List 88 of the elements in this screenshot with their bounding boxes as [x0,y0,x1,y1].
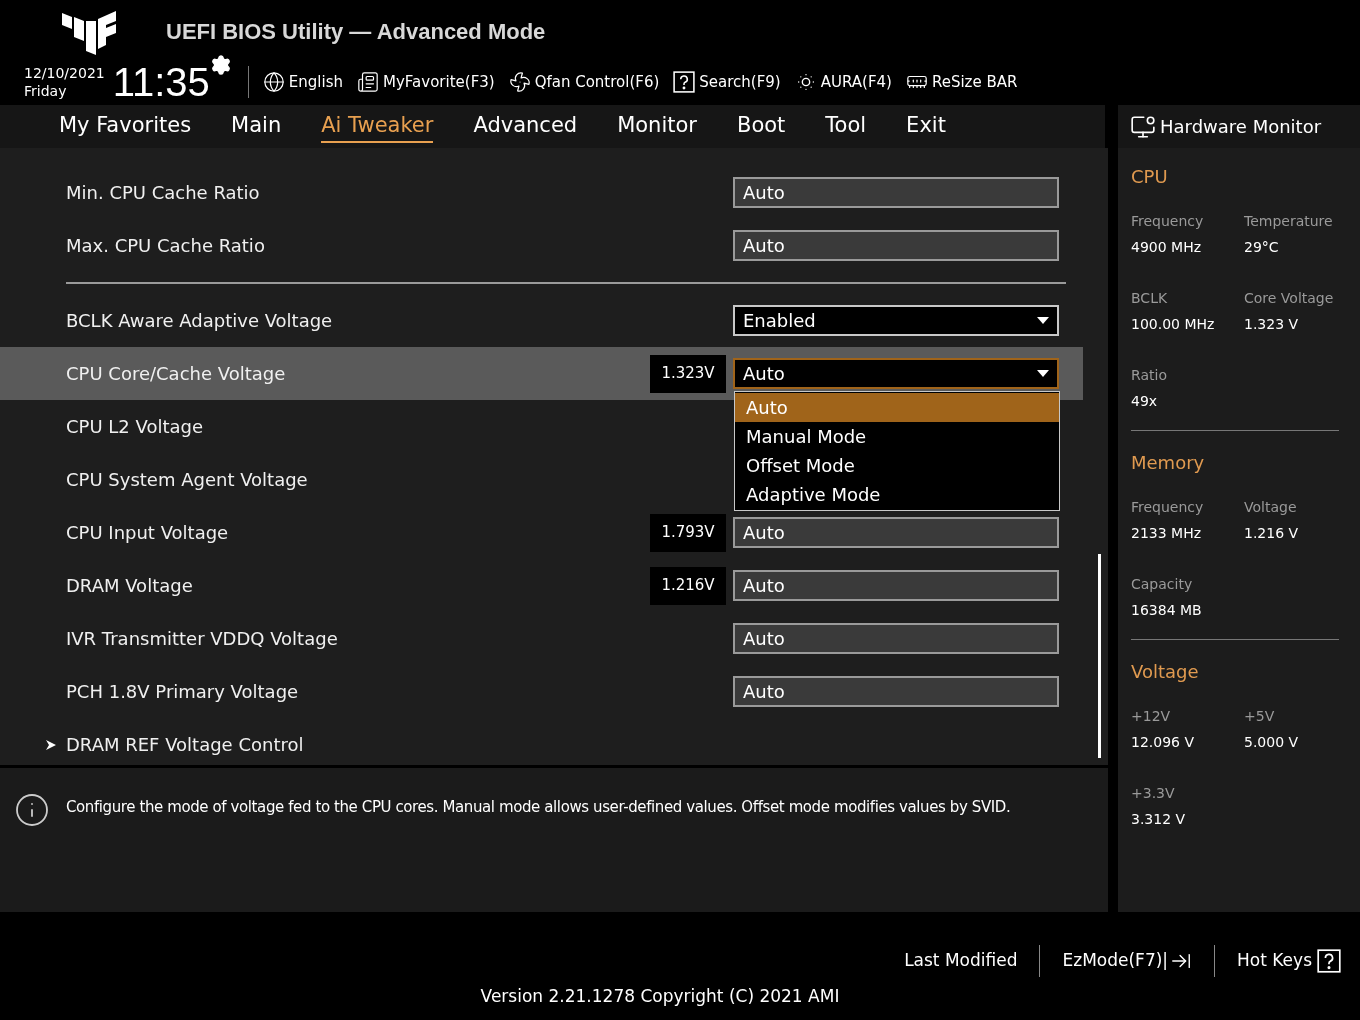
toolbar-button[interactable]: Qfan Control(F6) [508,70,660,94]
fan-icon [508,71,531,93]
input-field[interactable]: Auto [733,570,1059,601]
metric-value: 16384 MB [1131,601,1203,620]
toolbar-button[interactable]: Search(F9) [673,70,781,94]
metric-value: 4900 MHz [1131,238,1203,257]
metric-label: +3.3V [1131,784,1176,803]
input-field[interactable]: Auto [733,517,1059,548]
metric-label: Temperature [1244,212,1334,231]
nav-tab[interactable]: Monitor [617,109,697,144]
nav-tab[interactable]: Advanced [473,109,578,144]
metric-label: Frequency [1131,498,1205,517]
nav-tab[interactable]: Main [231,109,282,144]
metric-label: BCLK [1131,289,1169,308]
footer-button[interactable]: Last Modified [904,948,1018,974]
dropdown-field[interactable]: Enabled [733,305,1059,336]
metric-label: Capacity [1131,575,1194,594]
setting-label[interactable]: CPU System Agent Voltage [66,466,646,493]
toolbar-button[interactable]: ReSize BAR [905,70,1018,94]
setting-label[interactable]: Min. CPU Cache Ratio [66,179,646,206]
metric-label: Core Voltage [1244,289,1335,308]
setting-label[interactable]: Max. CPU Cache Ratio [66,232,646,259]
metric-value: 1.216 V [1244,524,1300,543]
caret-icon [1037,317,1049,324]
metric-value: 3.312 V [1131,810,1187,829]
input-field[interactable]: Auto [733,177,1059,208]
window-title: UEFI BIOS Utility — Advanced Mode [166,17,546,46]
settings-icon[interactable] [209,54,232,76]
metric-label: Frequency [1131,212,1205,231]
nav-tab[interactable]: Ai Tweaker [321,109,434,144]
metric-value: 2133 MHz [1131,524,1203,543]
setting-label[interactable]: PCH 1.8V Primary Voltage [66,678,646,705]
dropdown-option[interactable]: Offset Mode [735,451,1059,480]
voltage-reading: 1.323V [650,354,726,393]
setting-label[interactable]: BCLK Aware Adaptive Voltage [66,307,646,334]
nav-tab[interactable]: My Favorites [59,109,192,144]
metric-value: 12.096 V [1131,733,1195,752]
toolbar-button[interactable]: English [262,70,343,94]
metric-label: +12V [1131,707,1172,726]
metric-label: Voltage [1244,498,1298,517]
arrow-icon [45,738,57,751]
date-text: 12/10/2021 [24,64,105,82]
voltage-reading: 1.216V [650,566,726,605]
section-title: Voltage [1131,660,1200,684]
help-text: Configure the mode of voltage fed to the CPU cores. Manual mode allows user-defined values. Offset mode modifies values by SVID. [66,797,1012,818]
metric-value: 29°C [1244,238,1280,257]
dropdown-option[interactable]: Auto [735,393,1059,422]
nav-tab[interactable]: Tool [825,109,867,144]
footer-button[interactable]: Hot Keys [1237,948,1342,974]
scrollbar[interactable] [1098,554,1101,758]
version-text: Version 2.21.1278 Copyright (C) 2021 AMI [480,985,840,1008]
nav-tab[interactable]: Boot [736,109,786,144]
nav-tab[interactable]: Exit [906,109,946,144]
dropdown-option[interactable]: Adaptive Mode [735,480,1059,509]
list-icon [357,71,379,93]
logo-icon [62,11,116,55]
globe-icon [262,71,285,93]
help-icon [1316,949,1342,973]
metric-label: Ratio [1131,366,1168,385]
metric-value: 49x [1131,392,1159,411]
footer-button[interactable]: EzMode(F7)| [1062,948,1193,974]
panel-title: Hardware Monitor [1160,115,1322,139]
toolbar-button[interactable]: MyFavorite(F3) [357,70,495,94]
setting-label[interactable]: DRAM REF Voltage Control [66,731,646,758]
voltage-reading: 1.793V [650,513,726,552]
setting-label[interactable]: CPU Core/Cache Voltage [66,360,646,387]
toolbar-button[interactable]: AURA(F4) [794,70,892,94]
metric-value: 1.323 V [1244,315,1300,334]
setting-label[interactable]: DRAM Voltage [66,572,646,599]
clock-time: 11:35 [112,62,210,102]
monitor-icon [1130,113,1156,140]
metric-value: 5.000 V [1244,733,1300,752]
setting-label[interactable]: CPU Input Voltage [66,519,646,546]
day-text: Friday [24,82,68,100]
metric-label: +5V [1244,707,1276,726]
dropdown-field[interactable]: Auto [733,358,1059,389]
caret-icon [1037,370,1049,377]
info-icon [14,792,50,828]
dropdown-option[interactable]: Manual Mode [735,422,1059,451]
input-field[interactable]: Auto [733,676,1059,707]
input-field[interactable]: Auto [733,230,1059,261]
setting-label[interactable]: IVR Transmitter VDDQ Voltage [66,625,646,652]
input-field[interactable]: Auto [733,623,1059,654]
help-icon [673,71,696,93]
section-title: Memory [1131,451,1206,475]
metric-value: 100.00 MHz [1131,315,1216,334]
section-title: CPU [1131,165,1169,189]
setting-label[interactable]: CPU L2 Voltage [66,413,646,440]
